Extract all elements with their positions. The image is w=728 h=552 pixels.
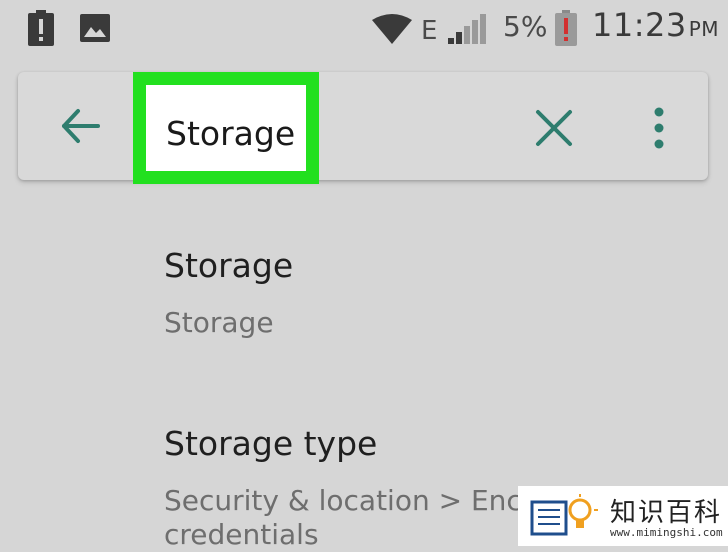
book-bulb-icon xyxy=(530,494,598,536)
wifi-icon xyxy=(372,14,412,44)
clock-time: 11:23 xyxy=(592,6,687,44)
battery-percent: 5% xyxy=(503,10,548,43)
watermark-url: www.mimingshi.com xyxy=(610,526,723,539)
search-input[interactable] xyxy=(166,113,306,153)
clock-suffix: PM xyxy=(688,17,720,41)
watermark-logo: 知识百科 www.mimingshi.com xyxy=(518,486,728,546)
image-icon xyxy=(80,14,110,42)
result-subtitle: Security & location > Encr credentials xyxy=(164,484,534,551)
result-subtitle: Storage xyxy=(164,306,274,339)
search-highlight xyxy=(133,72,319,184)
battery-low-icon xyxy=(555,10,577,46)
watermark-text: 知识百科 xyxy=(610,498,723,528)
status-bar: E 5% 11:23 PM xyxy=(0,0,728,56)
close-icon[interactable] xyxy=(534,108,574,148)
result-title: Storage xyxy=(164,246,294,285)
result-title: Storage type xyxy=(164,424,378,463)
network-type-label: E xyxy=(421,16,438,46)
more-vert-icon[interactable] xyxy=(642,106,676,150)
signal-icon xyxy=(448,14,486,44)
clock: 11:23 PM xyxy=(592,6,719,44)
arrow-left-icon[interactable] xyxy=(58,104,102,148)
search-toolbar xyxy=(18,72,708,184)
alert-battery-icon xyxy=(28,10,54,46)
